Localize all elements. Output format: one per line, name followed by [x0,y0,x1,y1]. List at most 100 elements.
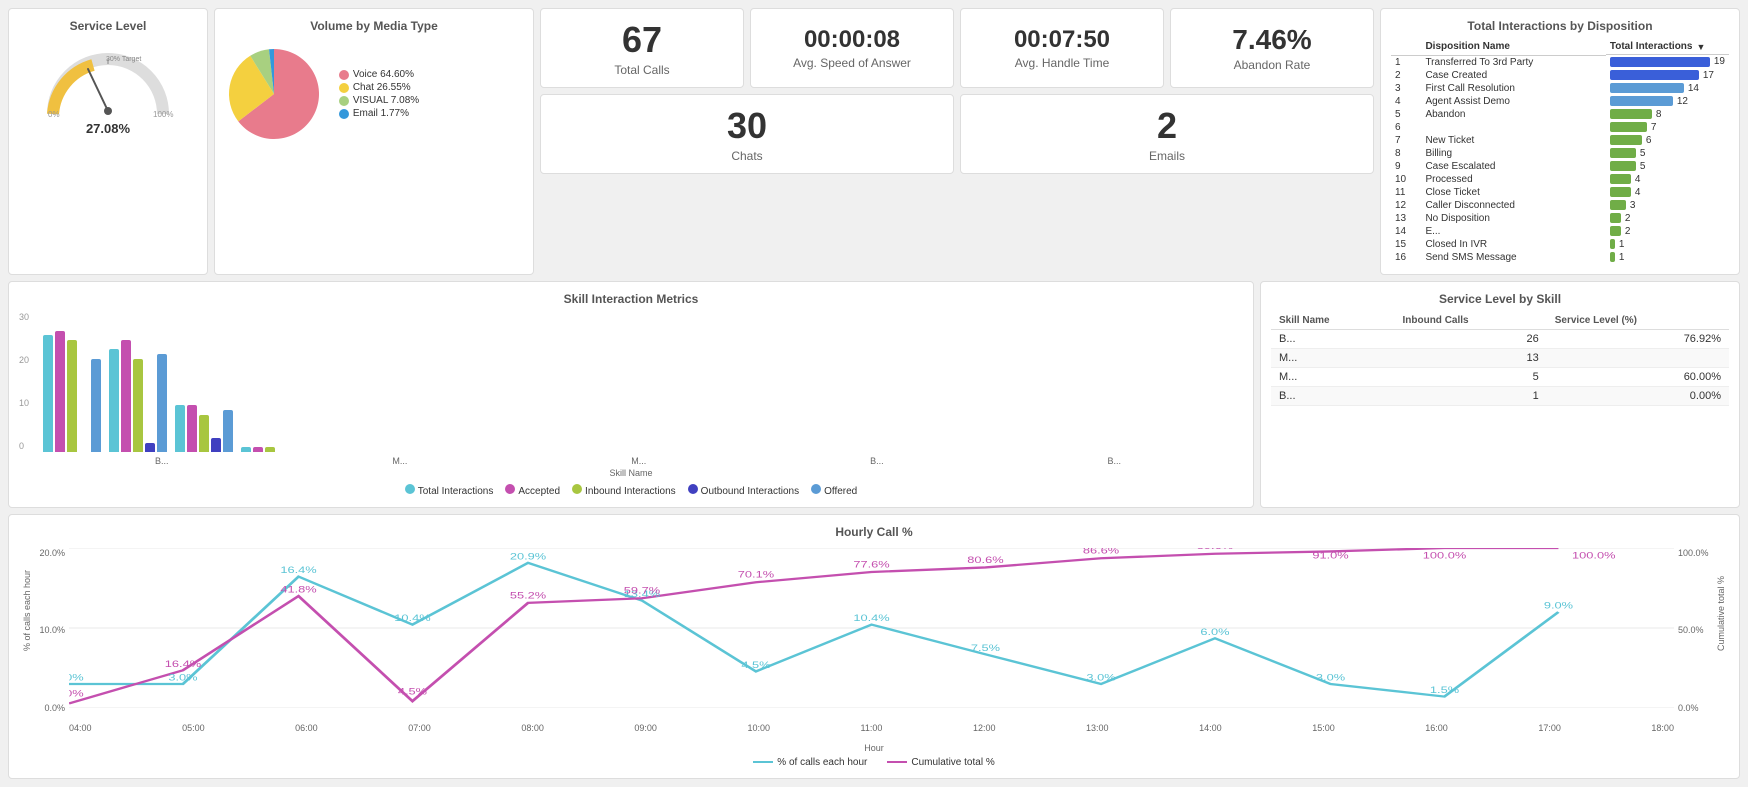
hourly-legend-calls-label: % of calls each hour [777,757,867,768]
volume-title: Volume by Media Type [310,19,438,33]
disp-count: 5 [1640,148,1646,159]
skill-chart-wrap: 30 20 10 0 B...M...M...B...B... [19,312,1243,466]
avg-handle-card: 00:07:50 Avg. Handle Time [960,8,1164,88]
service-level-skill-title: Service Level by Skill [1271,292,1729,306]
disp-bar-cell: 3 [1606,199,1729,212]
disp-name: Case Escalated [1421,160,1605,173]
disp-bar-cell: 5 [1606,147,1729,160]
middle-row: Skill Interaction Metrics 30 20 10 0 B..… [8,281,1740,508]
email-label: Email 1.77% [353,108,409,119]
hourly-legend-cumulative: Cumulative total % [887,757,994,768]
total-calls-value: 67 [622,19,662,61]
bar [211,438,221,452]
disposition-row: 3 First Call Resolution 14 [1391,82,1729,95]
svg-text:70.1%: 70.1% [738,570,774,580]
disp-bar-cell: 7 [1606,121,1729,134]
svg-text:100.0%: 100.0% [1423,550,1467,560]
avg-speed-label: Avg. Speed of Answer [793,56,911,70]
svg-text:30% Target: 30% Target [106,56,141,63]
disposition-row: 1 Transferred To 3rd Party 19 [1391,55,1729,69]
gauge-chart: 0% 100% 30% Target [38,39,178,119]
bar [109,349,119,452]
stats-row1: 67 Total Calls 00:00:08 Avg. Speed of An… [540,8,1374,88]
svg-text:16.4%: 16.4% [280,565,316,575]
avg-handle-label: Avg. Handle Time [1015,56,1110,70]
bar [253,447,263,452]
abandon-rate-label: Abandon Rate [1234,58,1311,72]
svg-text:3.0%: 3.0% [69,689,84,699]
inbound-calls-header: Inbound Calls [1394,312,1546,330]
svg-text:1.5%: 1.5% [1430,685,1459,695]
disp-bar-cell: 5 [1606,160,1729,173]
disp-rank: 8 [1391,147,1421,160]
hourly-legend-calls: % of calls each hour [753,757,867,768]
bottom-row: Hourly Call % % of calls each hour Cumul… [8,514,1740,779]
svg-text:3.0%: 3.0% [1086,673,1115,683]
bar [55,331,65,452]
disp-bar-cell: 1 [1606,251,1729,264]
bar-chart-area [33,312,1243,452]
svg-text:59.7%: 59.7% [624,586,660,596]
abandon-rate-value: 7.46% [1232,24,1311,56]
disp-rank: 13 [1391,212,1421,225]
svg-text:9.0%: 9.0% [1544,601,1573,611]
chat-dot [339,83,349,93]
disp-rank: 15 [1391,238,1421,251]
bar [43,335,53,452]
disp-bar [1610,135,1642,145]
disp-bar-cell: 4 [1606,186,1729,199]
disp-rank: 9 [1391,160,1421,173]
disposition-row: 11 Close Ticket 4 [1391,186,1729,199]
disp-name: No Disposition [1421,212,1605,225]
disp-rank: 14 [1391,225,1421,238]
chats-value: 30 [727,105,767,147]
disposition-row: 12 Caller Disconnected 3 [1391,199,1729,212]
disposition-card: Total Interactions by Disposition Dispos… [1380,8,1740,275]
disp-bar-cell: 12 [1606,95,1729,108]
volume-card: Volume by Media Type [214,8,534,275]
disposition-row: 4 Agent Assist Demo 12 [1391,95,1729,108]
service-level-skill-card: Service Level by Skill Skill Name Inboun… [1260,281,1740,508]
svg-text:6.0%: 6.0% [1200,627,1229,637]
bar [67,340,77,452]
svg-text:55.2%: 55.2% [510,590,546,600]
disp-bar [1610,213,1621,223]
svg-text:3.0%: 3.0% [168,673,197,683]
skill-name-header: Skill Name [1271,312,1394,330]
bar [241,447,251,452]
disp-name: Transferred To 3rd Party [1421,55,1605,69]
disp-rank: 6 [1391,121,1421,134]
hourly-chart-outer: % of calls each hour Cumulative total % … [19,543,1729,743]
chats-label: Chats [731,149,762,163]
bar [187,405,197,452]
disp-bar [1610,83,1684,93]
bar [175,405,185,452]
disp-rank: 4 [1391,95,1421,108]
disposition-row: 14 E... 2 [1391,225,1729,238]
disp-bar [1610,148,1636,158]
skill-name: M... [1271,348,1394,367]
stats-row2: 30 Chats 2 Emails [540,94,1374,174]
bar-chart: B...M...M...B...B... [33,312,1243,466]
service-level-pct: 76.92% [1547,329,1729,348]
disp-count: 5 [1640,161,1646,172]
dashboard: Service Level 0% 100% 30% Target [0,0,1748,787]
disp-count: 19 [1714,56,1725,67]
bar [265,447,275,452]
disp-count: 7 [1651,122,1657,133]
disp-bar [1610,57,1710,67]
bar [91,359,101,452]
svg-text:89.6%: 89.6% [1197,548,1233,552]
bar-group [109,340,167,452]
abandon-rate-card: 7.46% Abandon Rate [1170,8,1374,88]
disp-bar [1610,252,1615,262]
svg-text:41.8%: 41.8% [280,585,316,595]
disp-name: E... [1421,225,1605,238]
pie-chart-proper [219,39,329,149]
disp-bar-cell: 4 [1606,173,1729,186]
disposition-row: 10 Processed 4 [1391,173,1729,186]
disp-name [1421,121,1605,134]
service-level-value: 27.08% [86,121,130,136]
disposition-row: 2 Case Created 17 [1391,69,1729,82]
avg-handle-value: 00:07:50 [1014,26,1110,54]
